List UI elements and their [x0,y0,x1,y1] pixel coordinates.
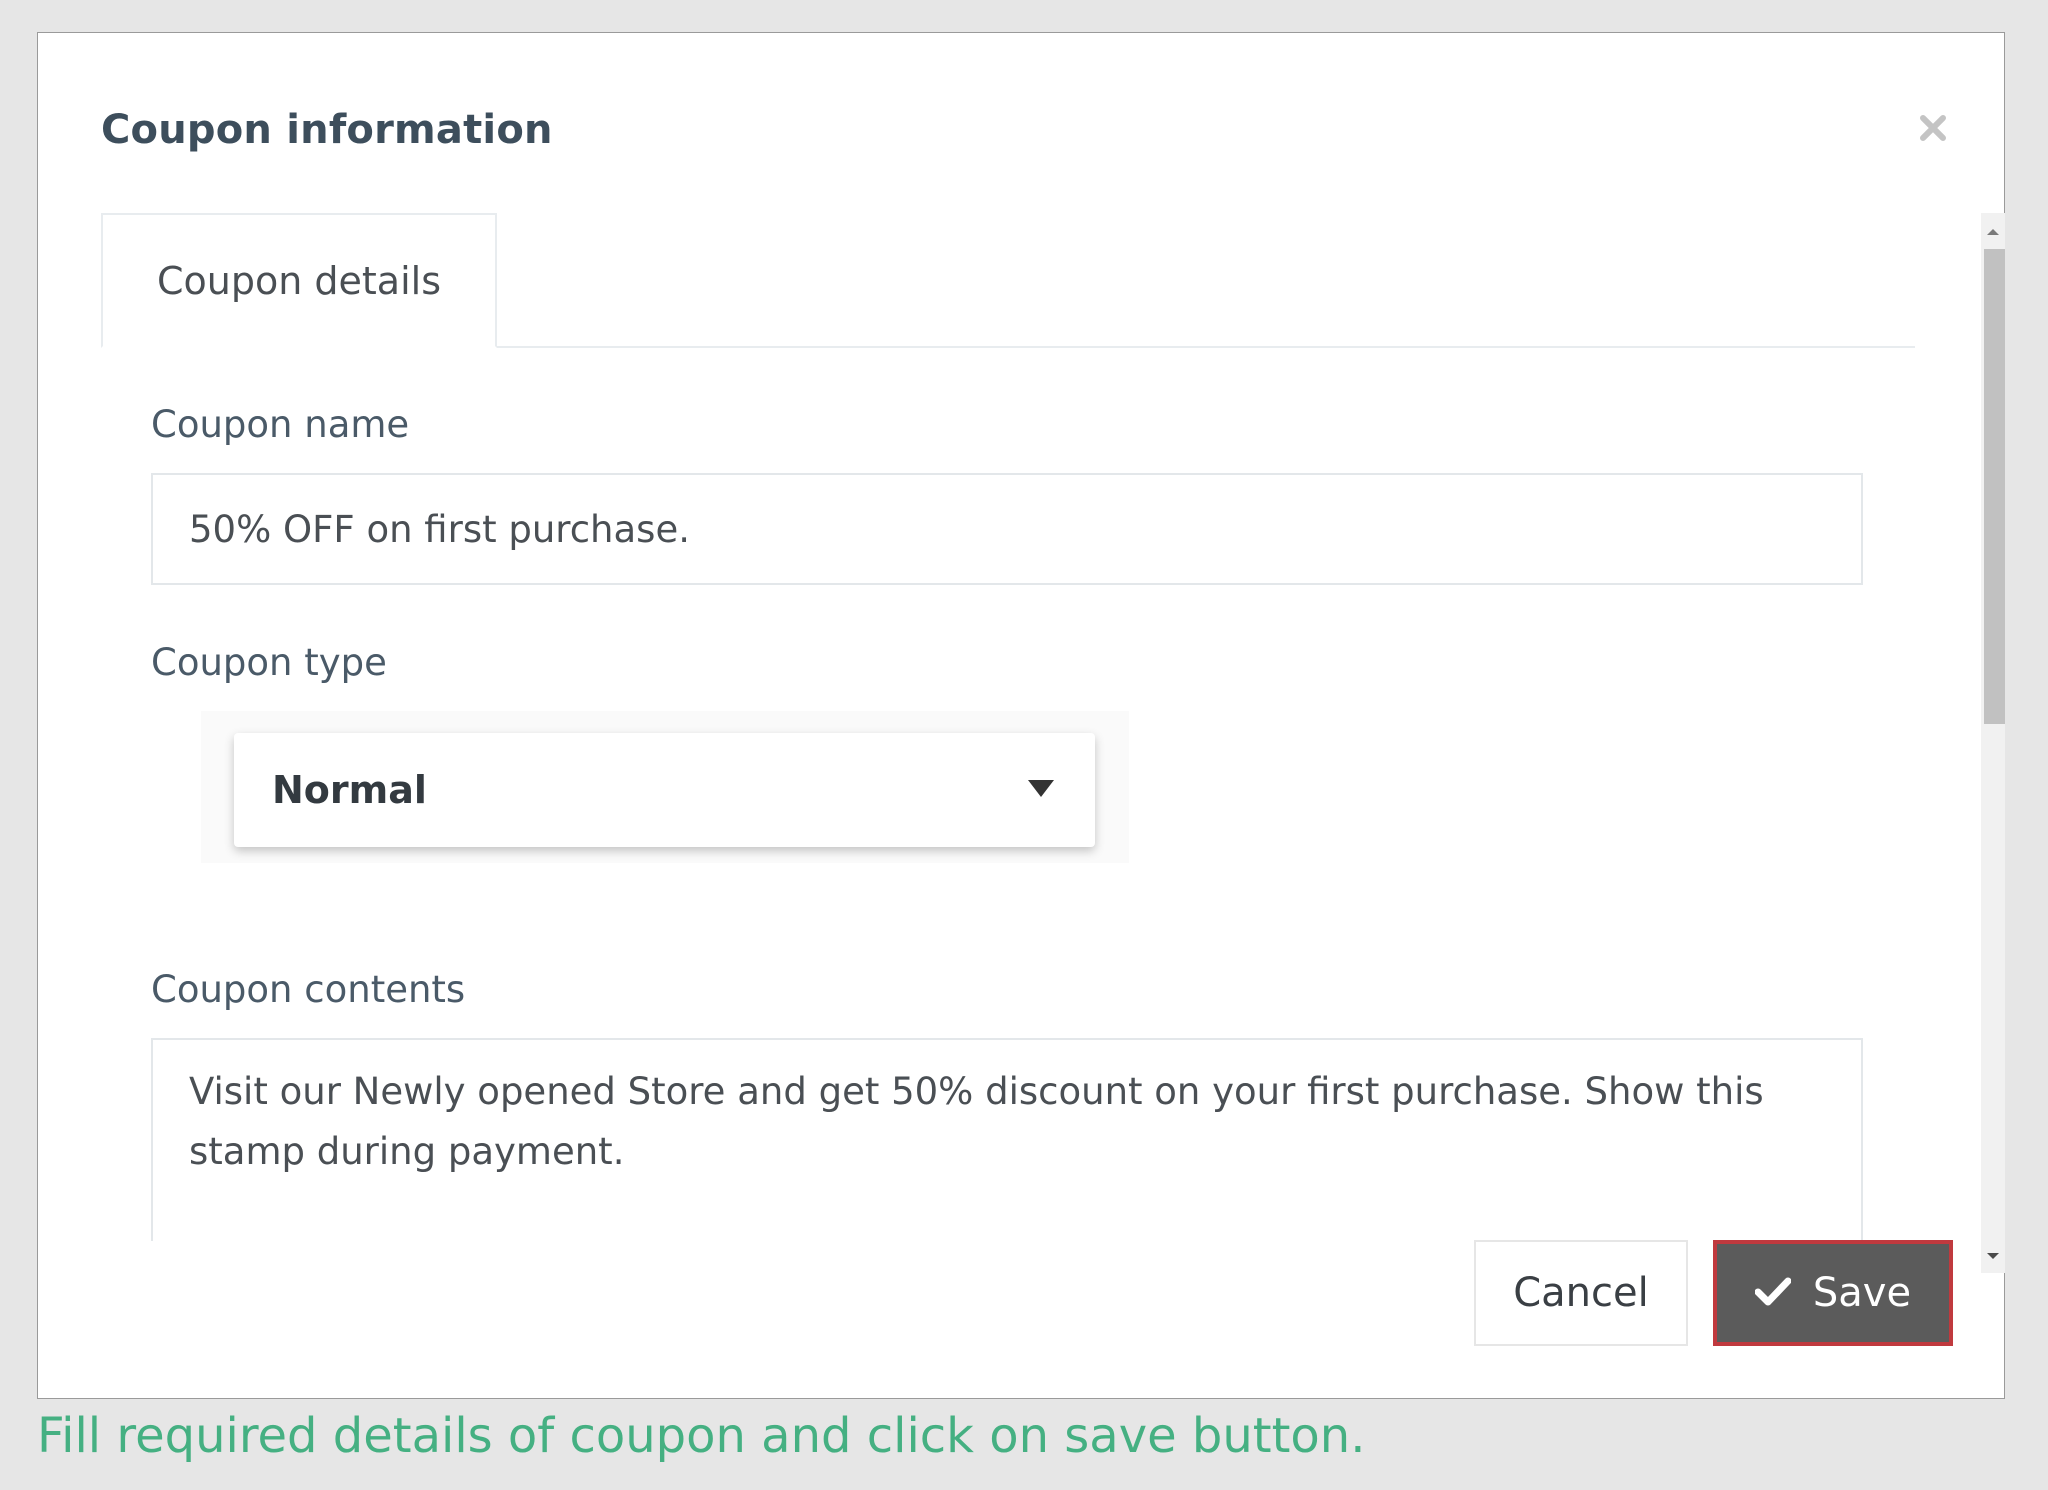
scroll-down-arrow-icon [1986,1246,2000,1265]
coupon-type-select-wrapper: Normal [201,711,1129,863]
save-button[interactable]: Save [1713,1240,1953,1346]
save-button-label: Save [1812,1270,1912,1316]
scroll-up-button[interactable] [1981,213,2005,249]
close-icon [1918,113,1948,147]
close-button[interactable] [1908,105,1958,155]
scrollbar-thumb[interactable] [1984,249,2005,724]
instruction-caption: Fill required details of coupon and clic… [37,1408,1366,1464]
scroll-up-arrow-icon [1986,222,2000,241]
scroll-down-button[interactable] [1981,1237,2005,1273]
cancel-button-label: Cancel [1513,1270,1649,1316]
coupon-type-label: Coupon type [151,641,387,684]
coupon-contents-value: Visit our Newly opened Store and get 50%… [189,1070,1764,1173]
coupon-contents-label: Coupon contents [151,968,466,1011]
coupon-contents-textarea[interactable]: Visit our Newly opened Store and get 50%… [151,1038,1863,1241]
dialog-title: Coupon information [101,107,553,153]
coupon-name-label: Coupon name [151,403,410,446]
coupon-name-input[interactable]: 50% OFF on first purchase. [151,473,1863,585]
coupon-type-selected-value: Normal [272,768,427,812]
tab-strip: Coupon details [101,213,1915,348]
dialog-scrollbar[interactable] [1981,213,2005,1273]
coupon-information-dialog: Coupon information Coupon details Coupon… [37,32,2005,1399]
coupon-type-select[interactable]: Normal [234,733,1095,847]
coupon-name-value: 50% OFF on first purchase. [189,507,690,551]
cancel-button[interactable]: Cancel [1474,1240,1688,1346]
caret-down-icon [1027,778,1055,802]
tab-coupon-details[interactable]: Coupon details [101,213,497,348]
checkmark-icon [1754,1270,1792,1316]
